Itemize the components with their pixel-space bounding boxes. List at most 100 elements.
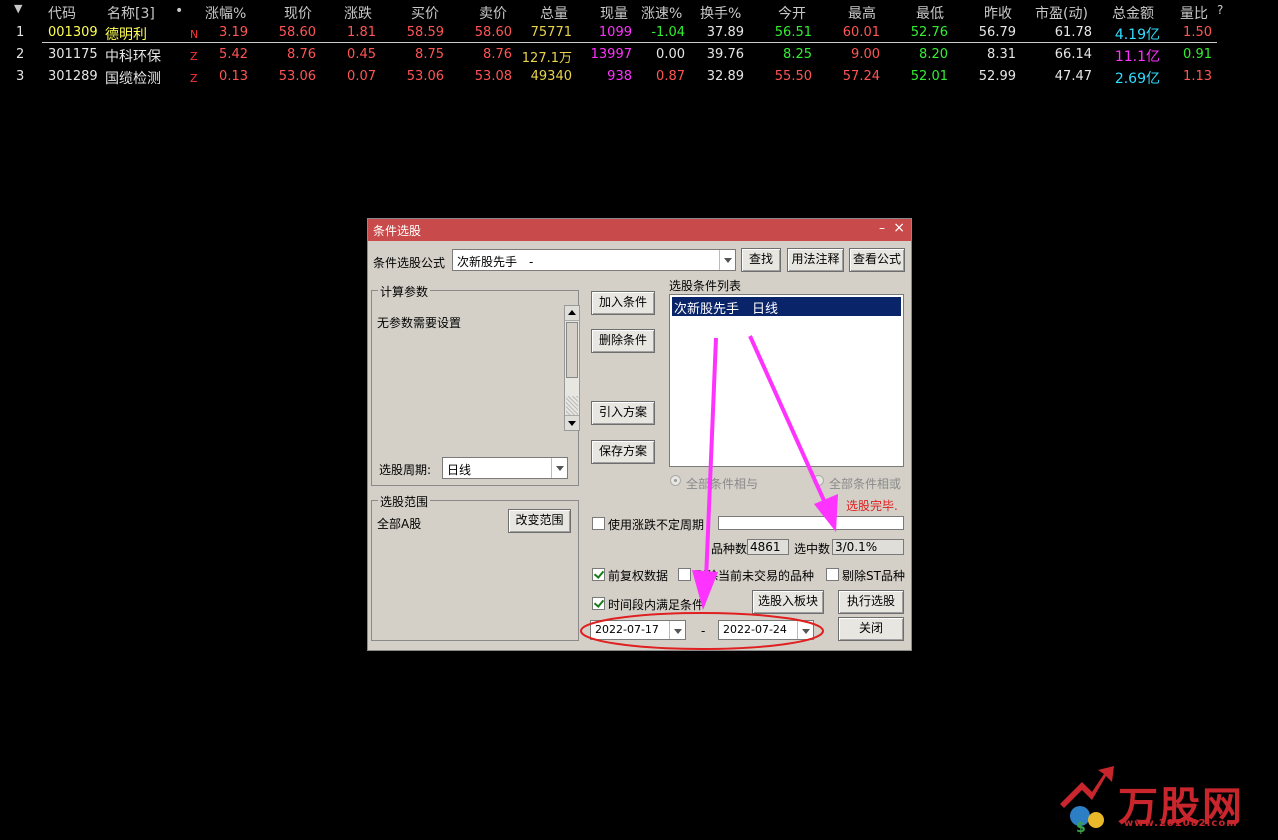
use-irregular-label: 使用涨跌不定周期 (608, 518, 705, 532)
col-bid[interactable]: 买价 (411, 3, 439, 23)
col-amount[interactable]: 总金额 (1112, 3, 1154, 23)
chevron-down-icon[interactable] (797, 621, 813, 639)
add-condition-button[interactable]: 加入条件 (591, 291, 655, 315)
col-speed[interactable]: 涨速% (641, 3, 682, 23)
usage-notes-button[interactable]: 用法注释 (787, 248, 844, 272)
delete-condition-button[interactable]: 删除条件 (591, 329, 655, 353)
ask: 53.08 (474, 69, 512, 84)
date-to-picker[interactable]: 2022-07-24 (718, 620, 814, 640)
high: 9.00 (851, 47, 880, 62)
close-icon[interactable]: × (893, 220, 905, 236)
list-item[interactable]: 次新股先手 日线 (672, 297, 901, 317)
scope-value: 全部A股 (377, 517, 422, 531)
dialog-title: 条件选股 (373, 224, 422, 238)
period-condition-label: 时间段内满足条件 (608, 598, 705, 612)
col-vol-ratio[interactable]: 量比 (1180, 3, 1208, 23)
volume: 75771 (530, 25, 572, 40)
prev-close: 56.79 (978, 25, 1016, 40)
col-dot[interactable]: • (175, 3, 183, 19)
selected-label: 选中数 (794, 542, 831, 556)
dialog-titlebar[interactable]: 条件选股 – × (368, 219, 911, 241)
col-prev[interactable]: 昨收 (984, 3, 1012, 23)
col-price[interactable]: 现价 (284, 3, 312, 23)
open: 55.50 (774, 69, 812, 84)
change-range-button[interactable]: 改变范围 (508, 509, 571, 533)
vol-ratio: 0.91 (1183, 47, 1212, 62)
low: 8.20 (919, 47, 948, 62)
stock-code: 301175 (48, 47, 98, 62)
sort-arrow-icon[interactable]: ▼ (14, 2, 22, 15)
high: 60.01 (842, 25, 880, 40)
chg: 0.07 (347, 69, 376, 84)
table-row[interactable]: 2 301175 中科环保 Z 5.42 8.76 0.45 8.75 8.76… (0, 44, 1278, 66)
exclude-st-checkbox[interactable] (826, 568, 839, 581)
date-from-picker[interactable]: 2022-07-17 (590, 620, 686, 640)
table-row[interactable]: 3 301289 国缆检测 Z 0.13 53.06 0.07 53.06 53… (0, 66, 1278, 88)
progress-bar (718, 516, 904, 530)
forward-adjust-label: 前复权数据 (608, 569, 669, 583)
bid: 53.06 (406, 69, 444, 84)
date-from-value: 2022-07-17 (595, 623, 659, 636)
open: 56.51 (774, 25, 812, 40)
params-scrollbar[interactable] (564, 305, 580, 431)
radio-or[interactable] (813, 475, 824, 486)
count-field: 4861 (747, 539, 789, 555)
vol-ratio: 1.13 (1183, 69, 1212, 84)
forward-adjust-checkbox[interactable] (592, 568, 605, 581)
col-turnover[interactable]: 换手% (700, 3, 741, 23)
col-low[interactable]: 最低 (916, 3, 944, 23)
period-condition-checkbox[interactable] (592, 597, 605, 610)
period-label: 选股周期: (379, 463, 432, 477)
minimize-icon[interactable]: – (879, 221, 885, 235)
add-to-block-button[interactable]: 选股入板块 (752, 590, 824, 614)
period-select[interactable]: 日线 (442, 457, 568, 479)
row-index: 1 (16, 25, 25, 40)
ask: 58.60 (474, 25, 512, 40)
stock-name: 国缆检测 (105, 71, 161, 87)
col-help[interactable]: ? (1217, 3, 1223, 17)
date-to-value: 2022-07-24 (723, 623, 787, 636)
table-row[interactable]: 1 001309 德明利 N 3.19 58.60 1.81 58.59 58.… (0, 22, 1278, 44)
watermark-logo: $ 万股网 www.201082.com (1058, 760, 1258, 836)
col-open[interactable]: 今开 (778, 3, 806, 23)
scroll-up-icon[interactable] (565, 306, 579, 321)
chevron-down-icon[interactable] (719, 250, 735, 270)
col-high[interactable]: 最高 (848, 3, 876, 23)
bid: 8.75 (415, 47, 444, 62)
chg: 1.81 (347, 25, 376, 40)
chg-pct: 0.13 (219, 69, 248, 84)
scope-title: 选股范围 (378, 493, 431, 510)
scroll-thumb[interactable] (566, 322, 578, 378)
run-screener-button[interactable]: 执行选股 (838, 590, 904, 614)
chevron-down-icon[interactable] (551, 458, 567, 478)
col-chg[interactable]: 涨跌 (344, 3, 372, 23)
amount: 2.69亿 (1114, 71, 1160, 87)
find-button[interactable]: 查找 (741, 248, 781, 272)
formula-select[interactable]: 次新股先手 - (452, 249, 736, 271)
col-code[interactable]: 代码 (48, 3, 76, 23)
col-chg-pct[interactable]: 涨幅% (205, 3, 246, 23)
close-button[interactable]: 关闭 (838, 617, 904, 641)
use-irregular-checkbox[interactable] (592, 517, 605, 530)
col-pe[interactable]: 市盈(动) (1035, 3, 1088, 23)
stock-name: 德明利 (105, 27, 147, 43)
view-formula-button[interactable]: 查看公式 (849, 248, 905, 272)
scope-group: 选股范围 全部A股 改变范围 (371, 493, 579, 641)
col-vol[interactable]: 总量 (540, 3, 568, 23)
col-ask[interactable]: 卖价 (479, 3, 507, 23)
stock-flag: Z (190, 50, 198, 63)
scroll-down-icon[interactable] (565, 415, 579, 430)
save-scheme-button[interactable]: 保存方案 (591, 440, 655, 464)
exclude-untraded-checkbox[interactable] (678, 568, 691, 581)
chevron-down-icon[interactable] (669, 621, 685, 639)
quote-header: ▼ 代码 名称[3] • 涨幅% 现价 涨跌 买价 卖价 总量 现量 涨速% 换… (0, 0, 1278, 22)
import-scheme-button[interactable]: 引入方案 (591, 401, 655, 425)
col-cur-vol[interactable]: 现量 (600, 3, 628, 23)
ask: 8.76 (483, 47, 512, 62)
condition-list[interactable]: 次新股先手 日线 (669, 294, 904, 467)
radio-and[interactable] (670, 475, 681, 486)
price: 8.76 (287, 47, 316, 62)
condition-screener-dialog: 条件选股 – × 条件选股公式 次新股先手 - 查找 用法注释 查看公式 计算参… (367, 218, 912, 651)
price: 58.60 (278, 25, 316, 40)
col-name[interactable]: 名称[3] (107, 3, 155, 23)
